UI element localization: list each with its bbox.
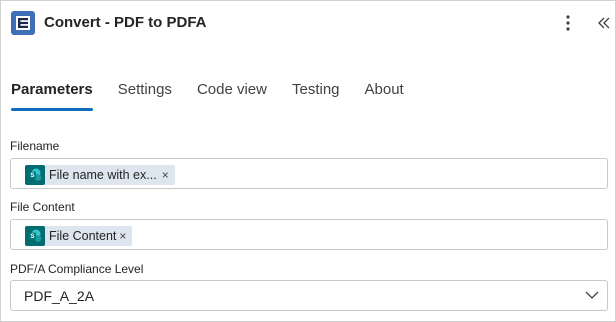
tab-bar: Parameters Settings Code view Testing Ab… bbox=[11, 81, 429, 113]
tab-parameters[interactable]: Parameters bbox=[11, 81, 93, 111]
tab-settings[interactable]: Settings bbox=[118, 81, 172, 111]
file-content-token-text: File Content bbox=[49, 229, 117, 243]
file-content-label: File Content bbox=[10, 200, 75, 214]
more-options-button[interactable] bbox=[557, 12, 579, 34]
remove-token-button[interactable]: × bbox=[119, 229, 126, 243]
sharepoint-icon: S bbox=[25, 165, 45, 185]
file-content-token[interactable]: S File Content × bbox=[25, 226, 133, 246]
tab-code-view[interactable]: Code view bbox=[197, 81, 267, 111]
sharepoint-icon: S bbox=[25, 226, 45, 246]
filename-field[interactable]: S File name with ex... × bbox=[10, 158, 608, 189]
more-vertical-icon bbox=[566, 15, 570, 31]
compliance-level-value: PDF_A_2A bbox=[24, 288, 95, 304]
filename-label: Filename bbox=[10, 139, 60, 153]
filename-token-text: File name with ex... bbox=[49, 168, 157, 182]
encodian-logo-icon bbox=[11, 11, 35, 35]
page-title: Convert - PDF to PDFA bbox=[44, 14, 207, 31]
svg-text:S: S bbox=[30, 173, 34, 179]
panel-header: Convert - PDF to PDFA bbox=[1, 1, 615, 45]
tab-about[interactable]: About bbox=[365, 81, 404, 111]
compliance-level-dropdown[interactable]: PDF_A_2A bbox=[10, 280, 608, 311]
collapse-panel-button[interactable] bbox=[593, 12, 615, 34]
chevron-down-icon bbox=[585, 291, 599, 299]
action-panel: Convert - PDF to PDFA Parameters Setting… bbox=[0, 0, 616, 322]
filename-token[interactable]: S File name with ex... × bbox=[25, 165, 175, 185]
remove-token-button[interactable]: × bbox=[162, 168, 169, 182]
compliance-level-label: PDF/A Compliance Level bbox=[10, 262, 144, 276]
svg-text:S: S bbox=[30, 234, 34, 240]
tab-testing[interactable]: Testing bbox=[292, 81, 340, 111]
file-content-field[interactable]: S File Content × bbox=[10, 219, 608, 250]
double-chevron-left-icon bbox=[598, 17, 610, 29]
